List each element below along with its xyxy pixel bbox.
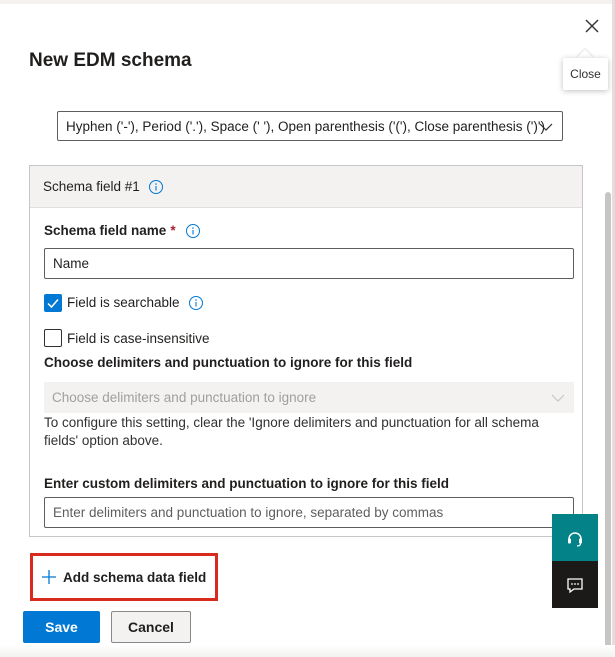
add-schema-field-button[interactable]: Add schema data field xyxy=(30,553,218,601)
feedback-icon xyxy=(567,577,583,593)
headset-icon xyxy=(568,531,582,547)
top-edge xyxy=(0,0,615,4)
field-name-input[interactable]: Name xyxy=(44,248,574,279)
checkmark-icon xyxy=(47,299,59,309)
info-icon[interactable] xyxy=(188,295,204,311)
info-icon[interactable] xyxy=(148,179,164,195)
custom-delimiters-label: Enter custom delimiters and punctuation … xyxy=(44,476,450,491)
chevron-down-icon xyxy=(551,394,565,402)
close-icon xyxy=(585,19,599,33)
case-insensitive-label: Field is case-insensitive xyxy=(67,331,210,346)
field-delimiters-dropdown: Choose delimiters and punctuation to ign… xyxy=(44,382,574,413)
scrollbar[interactable] xyxy=(605,192,611,652)
chevron-down-icon xyxy=(539,123,553,131)
feedback-button[interactable] xyxy=(552,561,598,608)
custom-delimiters-placeholder: Enter delimiters and punctuation to igno… xyxy=(53,505,444,520)
info-icon[interactable] xyxy=(185,223,201,239)
custom-delimiters-input[interactable]: Enter delimiters and punctuation to igno… xyxy=(44,497,574,528)
dialog-title: New EDM schema xyxy=(29,50,192,71)
schema-field-header: Schema field #1 xyxy=(30,166,582,208)
field-name-value: Name xyxy=(53,256,90,271)
field-name-label-text: Schema field name xyxy=(44,223,167,238)
add-schema-field-label: Add schema data field xyxy=(63,569,207,585)
required-marker: * xyxy=(170,223,176,238)
bottom-fade xyxy=(0,645,615,657)
delimiters-field-label: Choose delimiters and punctuation to ign… xyxy=(44,355,413,370)
delimiters-dropdown-value: Hyphen ('-'), Period ('.'), Space (' '),… xyxy=(66,118,545,134)
field-delimiters-placeholder: Choose delimiters and punctuation to ign… xyxy=(52,390,317,405)
searchable-label-text: Field is searchable xyxy=(67,295,180,310)
help-button[interactable] xyxy=(552,514,598,561)
field-name-label: Schema field name * xyxy=(44,223,201,239)
case-insensitive-checkbox[interactable] xyxy=(44,329,62,347)
close-button[interactable] xyxy=(578,12,606,40)
searchable-label: Field is searchable xyxy=(67,295,204,311)
delimiters-help-text: To configure this setting, clear the 'Ig… xyxy=(44,415,539,448)
cancel-button[interactable]: Cancel xyxy=(111,611,191,643)
delimiters-dropdown[interactable]: Hyphen ('-'), Period ('.'), Space (' '),… xyxy=(57,111,563,141)
plus-icon xyxy=(42,570,56,584)
save-button[interactable]: Save xyxy=(23,611,100,643)
schema-field-title: Schema field #1 xyxy=(43,179,140,194)
schema-field-header-label: Schema field #1 xyxy=(43,179,164,195)
searchable-checkbox[interactable] xyxy=(44,294,62,312)
close-tooltip: Close xyxy=(563,58,608,90)
